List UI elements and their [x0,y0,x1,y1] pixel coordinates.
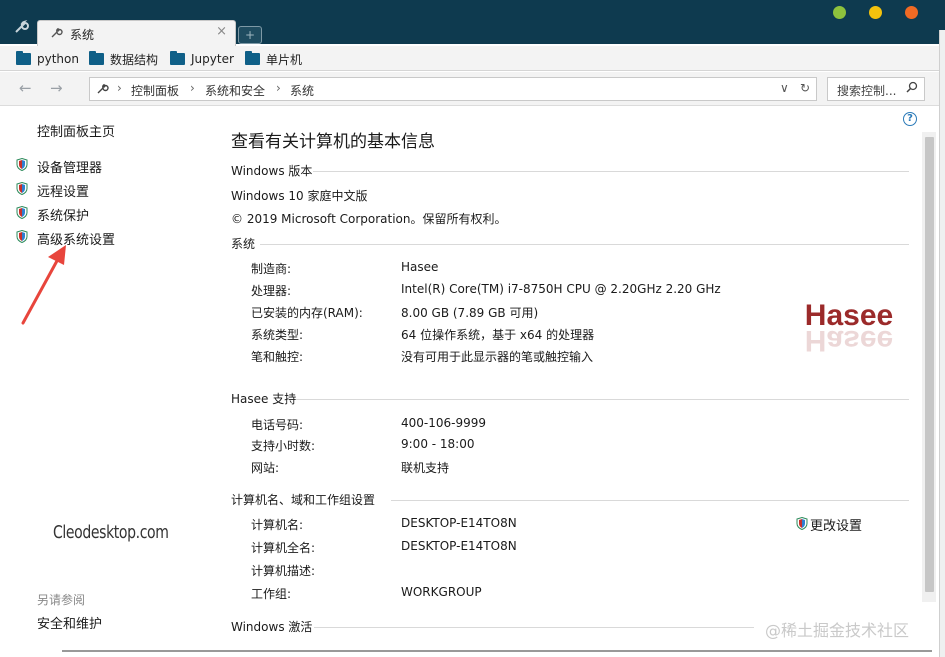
value-processor: Intel(R) Core(TM) i7-8750H CPU @ 2.20GHz… [401,282,721,296]
section-heading-system: 系统 [231,237,256,251]
back-arrow-icon[interactable]: ← [19,79,32,97]
sidebar-item-system-protection[interactable]: 系统保护 [37,205,89,224]
online-support-link[interactable]: 联机支持 [401,459,449,476]
section-heading-computer-name: 计算机名、域和工作组设置 [231,493,376,507]
tab-system[interactable]: 系统 × [37,20,236,46]
bookmark-jupyter[interactable]: Jupyter [170,51,234,67]
windows-edition-value: Windows 10 家庭中文版 [231,189,368,203]
folder-icon [89,51,104,65]
minimize-dot[interactable] [833,6,846,19]
close-dot[interactable] [905,6,918,19]
sidebar-item-device-manager[interactable]: 设备管理器 [37,157,102,176]
window-bottom-edge [62,650,932,652]
navigation-bar: ← → › 控制面板 › 系统和安全 › 系统 ∨ ↻ 搜索控制... [0,72,945,106]
folder-icon [245,51,260,65]
section-heading-support: Hasee 支持 [231,392,297,406]
tab-label: 系统 [70,28,95,42]
label-processor: 处理器: [251,284,292,298]
copyright-text: © 2019 Microsoft Corporation。保留所有权利。 [231,212,507,226]
bookmark-data-structures[interactable]: 数据结构 [89,51,158,67]
bookmark-label: python [37,52,79,66]
label-pen-touch: 笔和触控: [251,350,304,364]
shield-icon [16,182,28,195]
annotation-arrow-icon [21,245,66,325]
bookmark-mcu[interactable]: 单片机 [245,51,302,67]
divider [296,399,909,400]
watermark-juejin: @稀土掘金技术社区 [765,621,910,640]
chevron-right-icon[interactable]: › [276,81,281,95]
hasee-logo: Hasee Hasee [805,299,893,353]
label-full-name: 计算机全名: [251,541,316,555]
refresh-icon[interactable]: ↻ [800,81,810,95]
label-workgroup: 工作组: [251,587,292,601]
svg-text:Hasee: Hasee [805,324,893,353]
folder-icon [170,51,185,65]
wrench-app-icon[interactable] [10,19,32,37]
value-phone: 400-106-9999 [401,416,487,430]
title-bar: 系统 × + [0,0,945,46]
label-description: 计算机描述: [251,564,316,578]
watermark-cleodesktop: Cleodesktop.com [53,522,169,543]
search-placeholder: 搜索控制... [837,84,897,98]
chevron-right-icon: › [117,81,122,95]
wrench-icon [96,82,109,98]
see-also-heading: 另请参阅 [37,593,86,607]
wrench-icon [50,26,64,40]
shield-icon [796,517,808,530]
see-also-security-maintenance[interactable]: 安全和维护 [37,613,102,632]
bookmark-label: 数据结构 [110,52,159,67]
help-icon[interactable]: ? [903,112,917,126]
chevron-right-icon[interactable]: › [190,81,195,95]
new-tab-button[interactable]: + [238,26,262,44]
value-ram: 8.00 GB (7.89 GB 可用) [401,306,539,320]
breadcrumb-security[interactable]: 系统和安全 [205,82,265,99]
shield-icon [16,206,28,219]
divider [260,244,909,245]
label-computer-name: 计算机名: [251,518,304,532]
forward-arrow-icon[interactable]: → [50,79,63,97]
bookmark-label: Jupyter [191,52,234,66]
value-computer-name: DESKTOP-E14TO8N [401,516,517,530]
maximize-dot[interactable] [869,6,882,19]
divider [313,171,909,172]
change-settings-link[interactable]: 更改设置 [810,515,862,534]
search-icon [906,81,918,96]
sidebar-home-link[interactable]: 控制面板主页 [37,121,115,140]
value-full-name: DESKTOP-E14TO8N [401,539,517,553]
divider [314,627,754,628]
value-workgroup: WORKGROUP [401,585,482,599]
bookmark-python[interactable]: python [16,51,79,67]
sidebar-item-remote-settings[interactable]: 远程设置 [37,181,89,200]
label-ram: 已安装的内存(RAM): [251,306,363,320]
label-support-hours: 支持小时数: [251,439,316,453]
search-input[interactable]: 搜索控制... [827,77,925,101]
label-website: 网站: [251,461,280,475]
main-panel: 控制面板主页 设备管理器 远程设置 系统保护 高级系统设置 Cleodeskto… [0,107,939,657]
breadcrumb-system[interactable]: 系统 [290,82,314,99]
label-manufacturer: 制造商: [251,262,292,276]
page-title: 查看有关计算机的基本信息 [231,132,435,152]
close-tab-icon[interactable]: × [216,24,227,39]
chevron-down-icon[interactable]: ∨ [780,81,789,95]
value-support-hours: 9:00 - 18:00 [401,437,475,451]
background-window-edge [939,30,945,657]
shield-icon [16,158,28,171]
divider [391,500,909,501]
section-heading-windows-edition: Windows 版本 [231,164,313,178]
value-manufacturer: Hasee [401,260,439,274]
bookmarks-bar: python 数据结构 Jupyter 单片机 [0,46,945,71]
section-heading-activation: Windows 激活 [231,620,313,634]
scrollbar-thumb[interactable] [925,137,934,592]
label-phone: 电话号码: [251,418,304,432]
label-system-type: 系统类型: [251,328,304,342]
bookmark-label: 单片机 [266,52,303,67]
value-system-type: 64 位操作系统，基于 x64 的处理器 [401,328,595,342]
value-pen-touch: 没有可用于此显示器的笔或触控输入 [401,350,594,364]
folder-icon [16,51,31,65]
address-bar[interactable]: › 控制面板 › 系统和安全 › 系统 ∨ ↻ [89,77,817,101]
breadcrumb-control-panel[interactable]: 控制面板 [131,82,179,99]
